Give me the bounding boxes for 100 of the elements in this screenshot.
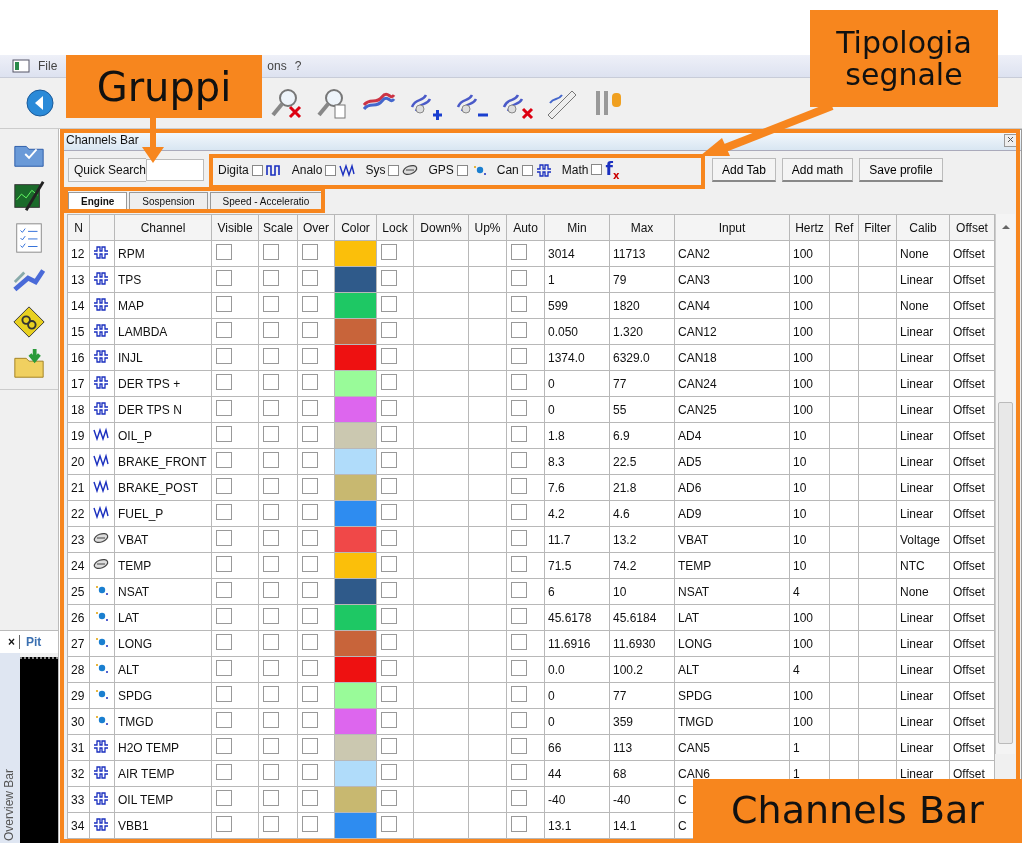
- group-tab[interactable]: Sospension: [129, 192, 208, 210]
- checkbox[interactable]: [511, 374, 527, 390]
- checkbox[interactable]: [511, 790, 527, 806]
- checkbox[interactable]: [302, 374, 318, 390]
- checkbox[interactable]: [302, 400, 318, 416]
- checkbox[interactable]: [511, 244, 527, 260]
- checkbox[interactable]: [302, 322, 318, 338]
- checkbox[interactable]: [216, 660, 232, 676]
- checkbox[interactable]: [381, 686, 397, 702]
- checkbox[interactable]: [263, 322, 279, 338]
- panel-tab[interactable]: Pit: [19, 635, 42, 649]
- color-swatch[interactable]: [335, 683, 376, 708]
- checkbox[interactable]: [263, 348, 279, 364]
- menu-item[interactable]: File: [38, 59, 58, 73]
- column-header[interactable]: Up%: [468, 214, 507, 241]
- checkbox[interactable]: [302, 738, 318, 754]
- column-header[interactable]: Input: [674, 214, 790, 241]
- checkbox[interactable]: [511, 608, 527, 624]
- checkbox[interactable]: [263, 556, 279, 572]
- checkbox[interactable]: [263, 686, 279, 702]
- checkbox[interactable]: [381, 556, 397, 572]
- checkbox[interactable]: [388, 164, 400, 176]
- checkbox[interactable]: [216, 686, 232, 702]
- checkbox[interactable]: [381, 244, 397, 260]
- checkbox[interactable]: [263, 738, 279, 754]
- checkbox[interactable]: [216, 322, 232, 338]
- checkbox[interactable]: [381, 452, 397, 468]
- checkbox[interactable]: [511, 504, 527, 520]
- checkbox[interactable]: [521, 164, 533, 176]
- checkbox[interactable]: [263, 426, 279, 442]
- checkbox[interactable]: [511, 478, 527, 494]
- color-swatch[interactable]: [335, 319, 376, 344]
- color-swatch[interactable]: [335, 293, 376, 318]
- checkbox[interactable]: [216, 790, 232, 806]
- checkbox[interactable]: [263, 400, 279, 416]
- scroll-thumb[interactable]: [998, 402, 1013, 744]
- checkbox[interactable]: [216, 296, 232, 312]
- checkbox[interactable]: [216, 478, 232, 494]
- color-swatch[interactable]: [335, 787, 376, 812]
- checkbox[interactable]: [302, 270, 318, 286]
- checkbox[interactable]: [511, 348, 527, 364]
- checkbox[interactable]: [381, 296, 397, 312]
- checkbox[interactable]: [263, 270, 279, 286]
- checkbox[interactable]: [456, 164, 468, 176]
- color-swatch[interactable]: [335, 579, 376, 604]
- checkbox[interactable]: [216, 400, 232, 416]
- color-swatch[interactable]: [335, 371, 376, 396]
- checkbox[interactable]: [302, 348, 318, 364]
- checkbox[interactable]: [511, 686, 527, 702]
- column-header[interactable]: Calib: [896, 214, 950, 241]
- color-swatch[interactable]: [335, 553, 376, 578]
- tool-button[interactable]: Save profile: [859, 158, 943, 182]
- checkbox[interactable]: [302, 296, 318, 312]
- checkbox[interactable]: [302, 634, 318, 650]
- checkbox[interactable]: [263, 374, 279, 390]
- color-swatch[interactable]: [335, 605, 376, 630]
- group-tab[interactable]: Speed - Acceleratio: [209, 192, 323, 210]
- up-arrow-icon[interactable]: [1000, 222, 1011, 232]
- color-swatch[interactable]: [335, 449, 376, 474]
- column-header[interactable]: Channel: [114, 214, 212, 241]
- checkbox[interactable]: [511, 426, 527, 442]
- checkbox[interactable]: [511, 816, 527, 832]
- checkbox[interactable]: [216, 530, 232, 546]
- checkbox[interactable]: [302, 426, 318, 442]
- chart-pen-icon[interactable]: [11, 179, 47, 213]
- group-tab[interactable]: Engine: [68, 192, 128, 210]
- checkbox[interactable]: [381, 790, 397, 806]
- checkbox[interactable]: [302, 582, 318, 598]
- checkbox[interactable]: [302, 660, 318, 676]
- checkbox[interactable]: [216, 244, 232, 260]
- checkbox[interactable]: [591, 164, 603, 176]
- checkbox[interactable]: [381, 504, 397, 520]
- checkbox[interactable]: [302, 452, 318, 468]
- checkbox[interactable]: [381, 712, 397, 728]
- checkbox[interactable]: [381, 270, 397, 286]
- column-header[interactable]: Down%: [413, 214, 469, 241]
- checkbox[interactable]: [263, 660, 279, 676]
- checkbox[interactable]: [302, 816, 318, 832]
- checkbox[interactable]: [381, 478, 397, 494]
- checkbox[interactable]: [216, 816, 232, 832]
- checkbox[interactable]: [216, 374, 232, 390]
- checkbox[interactable]: [381, 608, 397, 624]
- checkbox[interactable]: [263, 530, 279, 546]
- color-swatch[interactable]: [335, 267, 376, 292]
- checkbox[interactable]: [302, 530, 318, 546]
- checkbox[interactable]: [263, 790, 279, 806]
- checkbox[interactable]: [381, 374, 397, 390]
- checkbox[interactable]: [511, 270, 527, 286]
- checkbox[interactable]: [381, 348, 397, 364]
- checkbox[interactable]: [302, 244, 318, 260]
- checkbox[interactable]: [216, 738, 232, 754]
- checkbox[interactable]: [511, 296, 527, 312]
- checkbox[interactable]: [263, 764, 279, 780]
- checkbox[interactable]: [216, 712, 232, 728]
- checkbox[interactable]: [216, 582, 232, 598]
- color-swatch[interactable]: [335, 397, 376, 422]
- color-swatch[interactable]: [335, 709, 376, 734]
- color-swatch[interactable]: [335, 761, 376, 786]
- color-swatch[interactable]: [335, 345, 376, 370]
- folder-download-icon[interactable]: [11, 347, 47, 381]
